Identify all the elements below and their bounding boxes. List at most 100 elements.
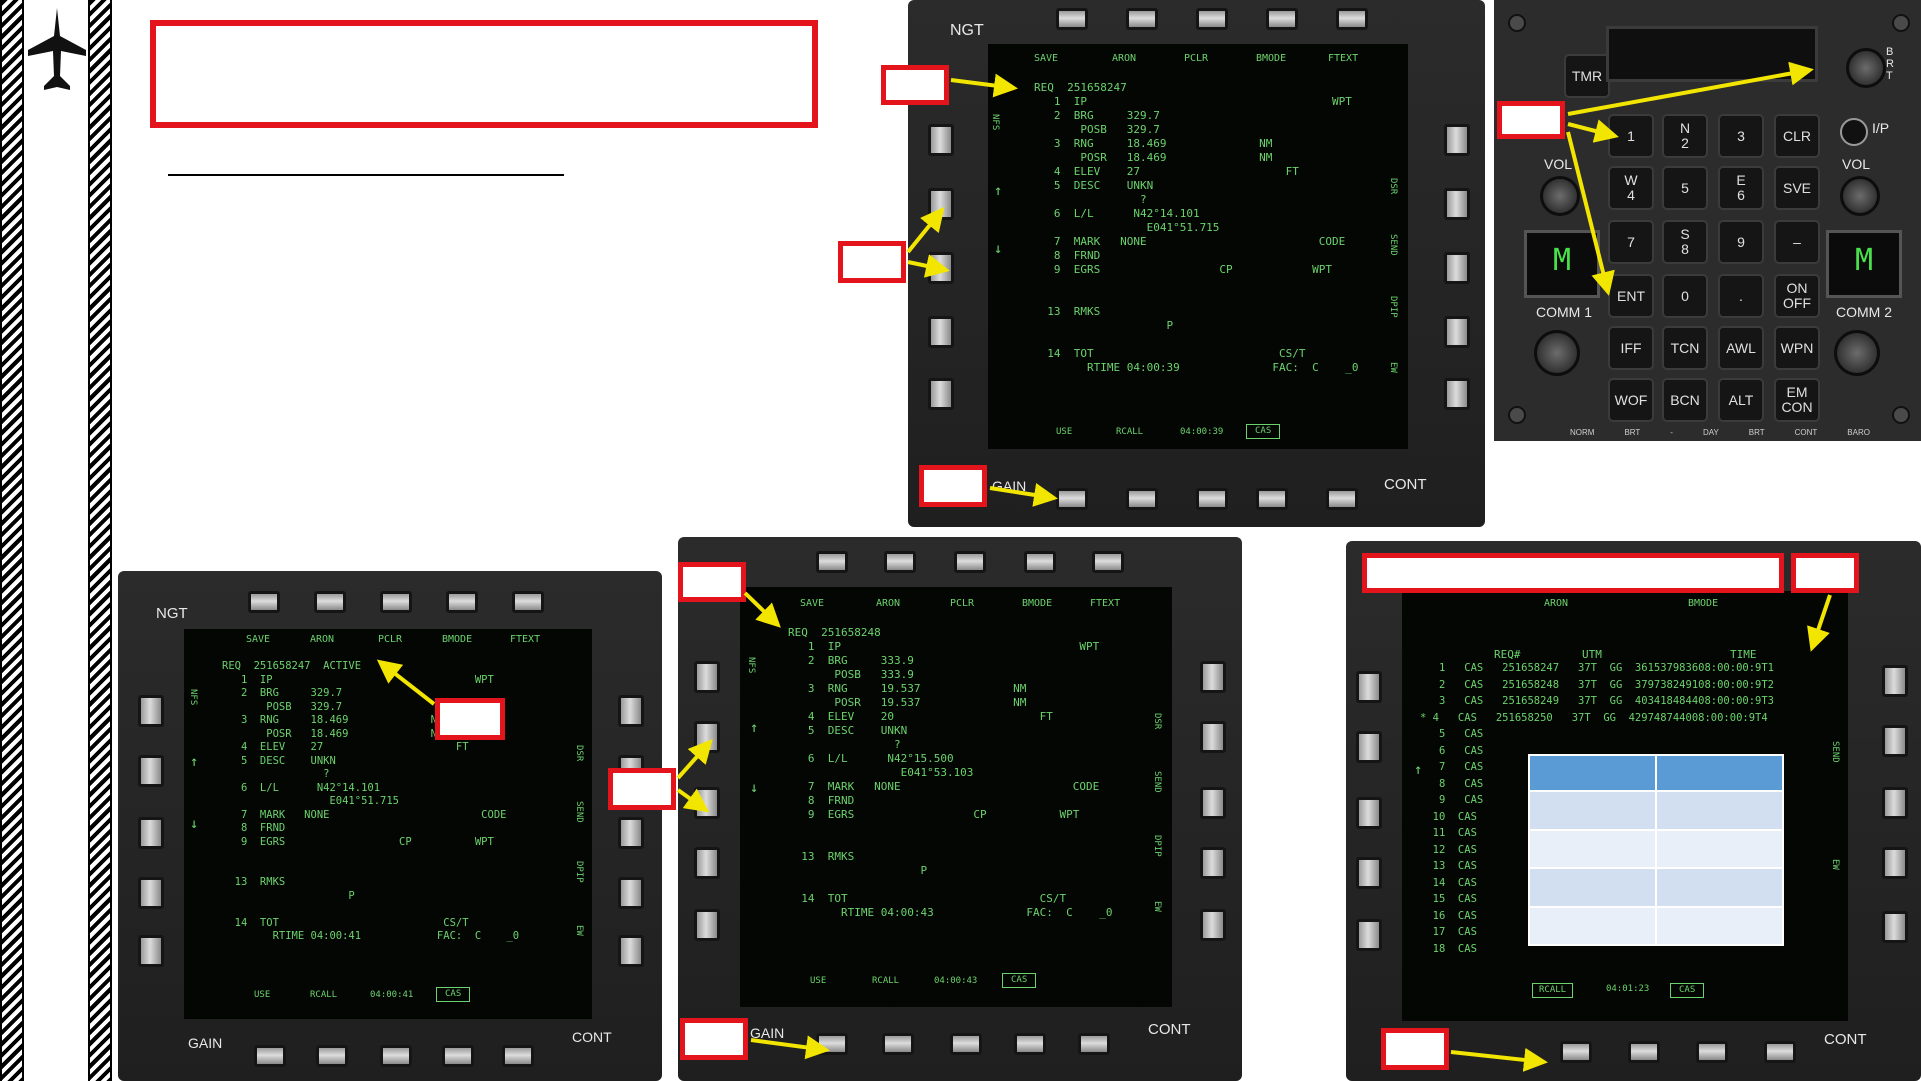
osb-right-3[interactable]: [1200, 787, 1226, 819]
osb-bottom-3[interactable]: [380, 1045, 412, 1067]
key-on-off[interactable]: ON OFF: [1774, 274, 1820, 318]
osb-bottom-2[interactable]: [1628, 1041, 1660, 1063]
key-2[interactable]: N 2: [1662, 114, 1708, 158]
list-item[interactable]: 1 CAS 251658247 37T GG 361537983608:00:0…: [1420, 663, 1830, 680]
key-wof[interactable]: WOF: [1608, 378, 1654, 422]
osb-top-2[interactable]: [884, 551, 916, 573]
osb-top-3[interactable]: [954, 551, 986, 573]
osb-right-3[interactable]: [618, 817, 644, 849]
key-1[interactable]: 1: [1608, 114, 1654, 158]
osb-left-1[interactable]: [928, 124, 954, 156]
osb-bottom-4[interactable]: [442, 1045, 474, 1067]
key-ent[interactable]: ENT: [1608, 274, 1654, 318]
osb-left-2[interactable]: [138, 755, 164, 787]
vol-left-knob[interactable]: [1540, 176, 1580, 216]
osb-left-3[interactable]: [928, 252, 954, 284]
key-bcn[interactable]: BCN: [1662, 378, 1708, 422]
osb-left-3[interactable]: [138, 817, 164, 849]
osb-bottom-5[interactable]: [1326, 488, 1358, 510]
osb-left-1[interactable]: [694, 661, 720, 693]
key-0[interactable]: 0: [1662, 274, 1708, 318]
osb-bottom-2[interactable]: [882, 1033, 914, 1055]
osb-right-5[interactable]: [618, 935, 644, 967]
osb-right-4[interactable]: [1882, 847, 1908, 879]
osb-top-5[interactable]: [1336, 8, 1368, 30]
list-item[interactable]: 5 CAS: [1420, 729, 1830, 746]
osb-left-4[interactable]: [928, 316, 954, 348]
osb-bottom-1[interactable]: [816, 1033, 848, 1055]
osb-right-4[interactable]: [1444, 316, 1470, 348]
osb-bottom-4[interactable]: [1256, 488, 1288, 510]
osb-top-2[interactable]: [1126, 8, 1158, 30]
osb-left-4[interactable]: [694, 847, 720, 879]
osb-bottom-1[interactable]: [1560, 1041, 1592, 1063]
osb-left-2[interactable]: [928, 188, 954, 220]
osb-right-1[interactable]: [1882, 665, 1908, 697]
key-9[interactable]: 9: [1718, 220, 1764, 264]
osb-right-2[interactable]: [1200, 721, 1226, 753]
osb-top-4[interactable]: [1024, 551, 1056, 573]
osb-left-5[interactable]: [928, 378, 954, 410]
key-em-con[interactable]: EM CON: [1774, 378, 1820, 422]
osb-bottom-1[interactable]: [1056, 488, 1088, 510]
osb-left-2[interactable]: [1356, 731, 1382, 763]
osb-left-1[interactable]: [138, 695, 164, 727]
key-dash[interactable]: –: [1774, 220, 1820, 264]
osb-top-2[interactable]: [314, 591, 346, 613]
key-8[interactable]: S 8: [1662, 220, 1708, 264]
osb-left-5[interactable]: [694, 909, 720, 941]
osb-top-3[interactable]: [1196, 8, 1228, 30]
osb-right-4[interactable]: [1200, 847, 1226, 879]
osb-right-2[interactable]: [1882, 725, 1908, 757]
osb-right-5[interactable]: [1200, 909, 1226, 941]
key-iff[interactable]: IFF: [1608, 326, 1654, 370]
list-item[interactable]: 3 CAS 251658249 37T GG 403418484408:00:0…: [1420, 696, 1830, 713]
osb-right-1[interactable]: [1200, 661, 1226, 693]
osb-right-2[interactable]: [1444, 188, 1470, 220]
osb-left-3[interactable]: [694, 787, 720, 819]
osb-top-4[interactable]: [446, 591, 478, 613]
key-sve[interactable]: SVE: [1774, 166, 1820, 210]
key-4[interactable]: W 4: [1608, 166, 1654, 210]
osb-top-1[interactable]: [816, 551, 848, 573]
key-dot[interactable]: .: [1718, 274, 1764, 318]
key-alt[interactable]: ALT: [1718, 378, 1764, 422]
brt-knob[interactable]: [1846, 48, 1886, 88]
key-5[interactable]: 5: [1662, 166, 1708, 210]
osb-top-1[interactable]: [248, 591, 280, 613]
osb-bottom-3[interactable]: [950, 1033, 982, 1055]
key-clr[interactable]: CLR: [1774, 114, 1820, 158]
osb-left-2[interactable]: [694, 721, 720, 753]
osb-left-3[interactable]: [1356, 797, 1382, 829]
tmr-button[interactable]: TMR: [1564, 54, 1610, 98]
osb-bottom-5[interactable]: [1078, 1033, 1110, 1055]
key-wpn[interactable]: WPN: [1774, 326, 1820, 370]
osb-bottom-3[interactable]: [1696, 1041, 1728, 1063]
osb-left-1[interactable]: [1356, 671, 1382, 703]
list-item[interactable]: * 4 CAS 251658250 37T GG 429748744008:00…: [1420, 712, 1830, 730]
osb-left-5[interactable]: [138, 935, 164, 967]
osb-bottom-3[interactable]: [1196, 488, 1228, 510]
osb-bottom-2[interactable]: [316, 1045, 348, 1067]
key-7[interactable]: 7: [1608, 220, 1654, 264]
key-tcn[interactable]: TCN: [1662, 326, 1708, 370]
osb-right-1[interactable]: [1444, 124, 1470, 156]
key-awl[interactable]: AWL: [1718, 326, 1764, 370]
vol-right-knob[interactable]: [1840, 176, 1880, 216]
osb-right-5[interactable]: [1444, 378, 1470, 410]
osb-bottom-5[interactable]: [502, 1045, 534, 1067]
osb-left-4[interactable]: [138, 877, 164, 909]
osb-top-1[interactable]: [1056, 8, 1088, 30]
osb-left-4[interactable]: [1356, 857, 1382, 889]
osb-right-3[interactable]: [1444, 252, 1470, 284]
comm2-knob[interactable]: [1834, 330, 1880, 376]
osb-right-1[interactable]: [618, 695, 644, 727]
osb-top-3[interactable]: [380, 591, 412, 613]
list-item[interactable]: 2 CAS 251658248 37T GG 379738249108:00:0…: [1420, 679, 1830, 697]
osb-top-4[interactable]: [1266, 8, 1298, 30]
osb-right-3[interactable]: [1882, 787, 1908, 819]
osb-top-5[interactable]: [1092, 551, 1124, 573]
osb-top-5[interactable]: [512, 591, 544, 613]
osb-bottom-4[interactable]: [1014, 1033, 1046, 1055]
osb-bottom-1[interactable]: [254, 1045, 286, 1067]
